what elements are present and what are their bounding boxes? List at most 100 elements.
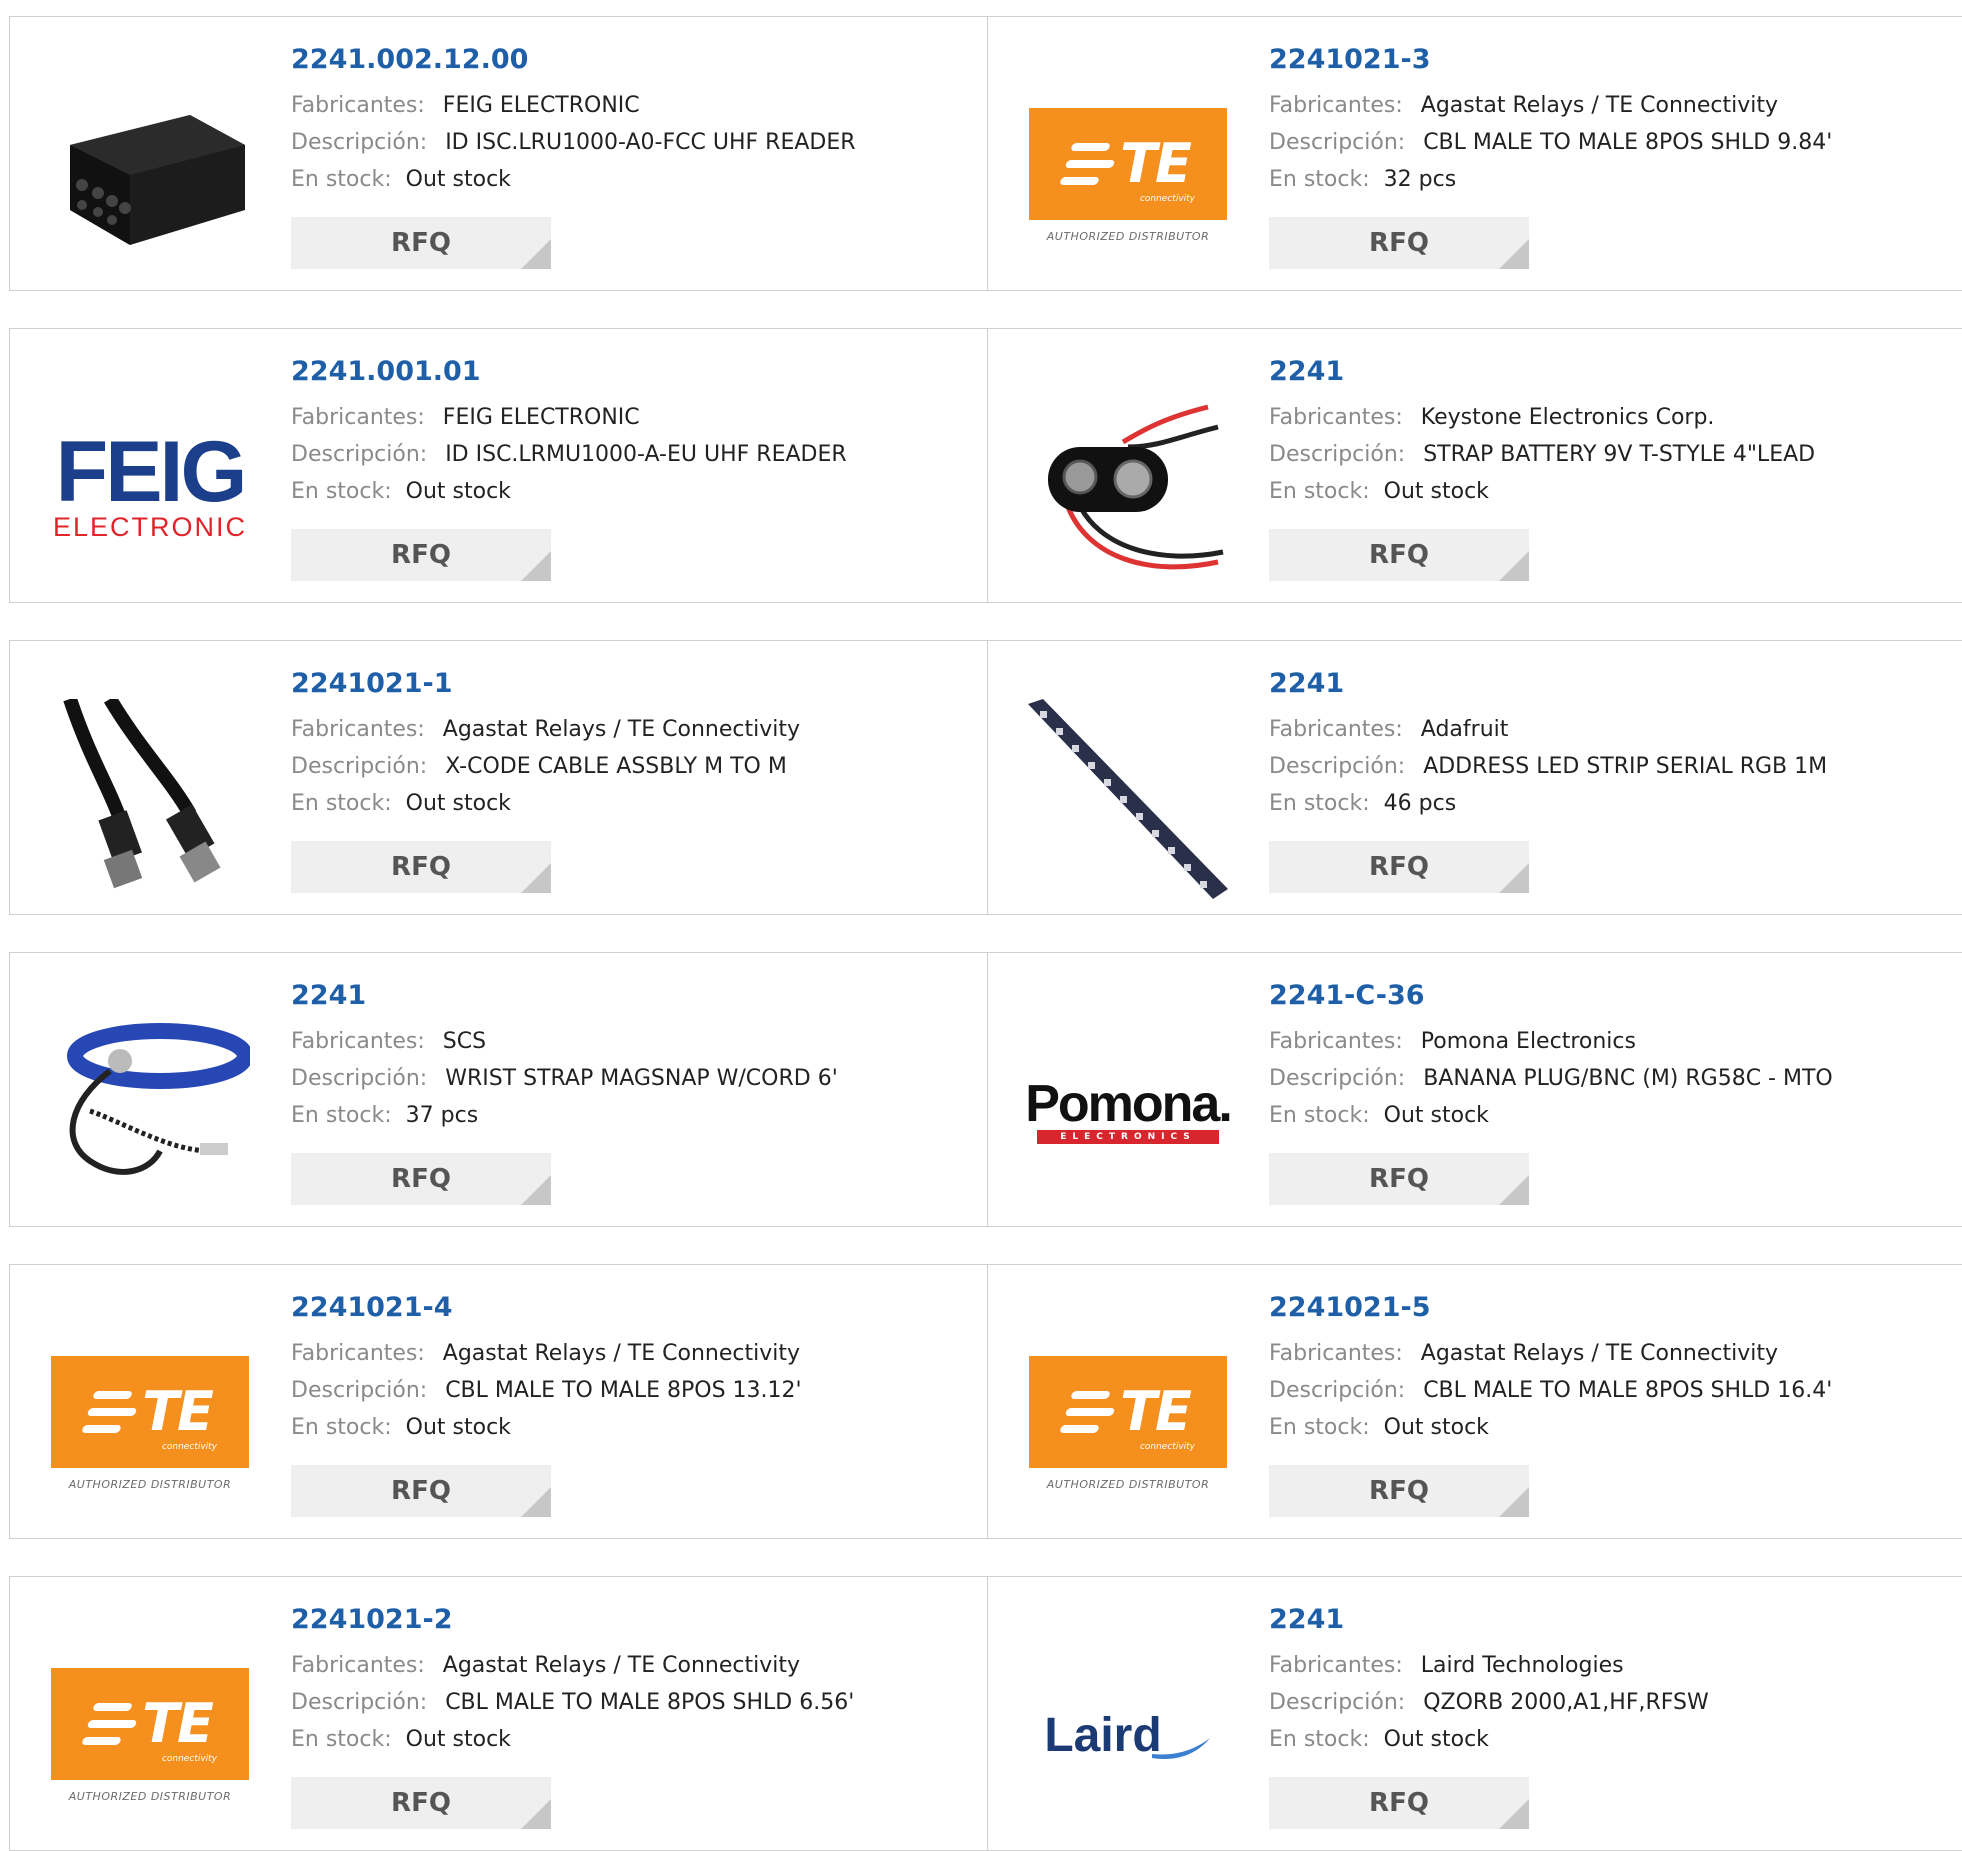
description-label: Descripción: [291,1066,428,1091]
manufacturer-label: Fabricantes: [1269,1341,1403,1366]
part-number-link[interactable]: 2241.001.01 [291,355,977,389]
stock-label: En stock: [1269,1415,1370,1440]
laird-swoosh-icon [1151,1738,1210,1760]
part-number-link[interactable]: 2241021-2 [291,1603,977,1637]
description-value: WRIST STRAP MAGSNAP W/CORD 6' [445,1066,838,1091]
te-logo-mark: TE [1120,132,1192,195]
rfq-label: RFQ [1369,1164,1429,1194]
rfq-button[interactable]: RFQ [291,529,551,581]
rfq-label: RFQ [1369,852,1429,882]
description-row: Descripción: X-CODE CABLE ASSBLY M TO M [291,748,977,785]
description-value: ADDRESS LED STRIP SERIAL RGB 1M [1423,754,1828,779]
rfq-button[interactable]: RFQ [291,1465,551,1517]
stock-label: En stock: [1269,167,1370,192]
stock-label: En stock: [291,1415,392,1440]
rfq-button[interactable]: RFQ [1269,217,1529,269]
description-row: Descripción: QZORB 2000,A1,HF,RFSW [1269,1684,1952,1721]
manufacturer-value: Laird Technologies [1420,1653,1624,1678]
manufacturer-label: Fabricantes: [291,93,425,118]
product-image[interactable]: Laird [1028,1635,1228,1835]
product-card: Laird 2241 Fabricantes: Laird Technologie… [988,1576,1962,1851]
te-logo-sub: connectivity [1139,1441,1195,1452]
rfq-button[interactable]: RFQ [1269,1777,1529,1829]
stock-label: En stock: [1269,1103,1370,1128]
stock-value: Out stock [405,167,511,192]
manufacturer-row: Fabricantes: Agastat Relays / TE Connecti… [291,1647,977,1684]
product-image[interactable]: TE connectivity AUTHORIZED DISTRIBUTOR [1028,1323,1228,1523]
description-value: ID ISC.LRU1000-A0-FCC UHF READER [445,130,856,155]
part-number-link[interactable]: 2241021-3 [1269,43,1952,77]
part-number-link[interactable]: 2241 [1269,355,1952,389]
corner-triangle-icon [1499,551,1529,581]
description-row: Descripción: CBL MALE TO MALE 8POS SHLD 1… [1269,1372,1952,1409]
part-number-link[interactable]: 2241.002.12.00 [291,43,977,77]
product-image[interactable] [50,75,250,275]
manufacturer-value: Agastat Relays / TE Connectivity [1420,93,1778,118]
description-label: Descripción: [291,1378,428,1403]
corner-triangle-icon [521,863,551,893]
description-value: QZORB 2000,A1,HF,RFSW [1423,1690,1709,1715]
product-image[interactable]: TE connectivity AUTHORIZED DISTRIBUTOR [50,1635,250,1835]
rfq-button[interactable]: RFQ [1269,1153,1529,1205]
rfq-label: RFQ [391,228,451,258]
product-image[interactable] [1028,699,1228,899]
description-label: Descripción: [291,754,428,779]
cable-connectors-icon [63,699,221,889]
rfq-button[interactable]: RFQ [1269,841,1529,893]
stock-label: En stock: [1269,479,1370,504]
stock-row: En stock: 32 pcs [1269,161,1952,198]
manufacturer-label: Fabricantes: [1269,405,1403,430]
feig-logo: FEIG ELECTRONIC [53,424,248,542]
description-label: Descripción: [1269,1378,1406,1403]
description-label: Descripción: [291,1690,428,1715]
manufacturer-label: Fabricantes: [291,405,425,430]
rfq-button[interactable]: RFQ [1269,1465,1529,1517]
part-number-link[interactable]: 2241 [291,979,977,1013]
product-image[interactable] [50,699,250,899]
description-value: CBL MALE TO MALE 8POS SHLD 16.4' [1423,1378,1833,1403]
description-value: STRAP BATTERY 9V T-STYLE 4"LEAD [1423,442,1816,467]
description-row: Descripción: CBL MALE TO MALE 8POS 13.12' [291,1372,977,1409]
te-logo-box: TE connectivity [1029,1355,1227,1468]
rfq-button[interactable]: RFQ [1269,529,1529,581]
te-logo-mark: TE [142,1380,214,1443]
product-image[interactable]: FEIG ELECTRONIC [50,387,250,587]
description-value: CBL MALE TO MALE 8POS SHLD 9.84' [1423,130,1833,155]
stock-value: Out stock [1383,1727,1489,1752]
feig-logo-big: FEIG [55,424,248,520]
manufacturer-value: Adafruit [1420,717,1509,742]
corner-triangle-icon [521,1175,551,1205]
product-card: Pomona. ELECTRONICS 2241-C-36 Fabricante… [988,952,1962,1227]
product-card: TE connectivity AUTHORIZED DISTRIBUTOR 2… [988,16,1962,291]
rfq-button[interactable]: RFQ [291,217,551,269]
stock-label: En stock: [291,167,392,192]
part-number-link[interactable]: 2241021-4 [291,1291,977,1325]
rfq-button[interactable]: RFQ [291,841,551,893]
stock-value: Out stock [405,1415,511,1440]
part-number-link[interactable]: 2241021-5 [1269,1291,1952,1325]
stock-label: En stock: [1269,1727,1370,1752]
product-image[interactable]: TE connectivity AUTHORIZED DISTRIBUTOR [50,1323,250,1523]
description-label: Descripción: [291,130,428,155]
product-image[interactable] [1028,387,1228,587]
description-value: BANANA PLUG/BNC (M) RG58C - MTO [1423,1066,1833,1091]
manufacturer-row: Fabricantes: Keystone Electronics Corp. [1269,399,1952,436]
manufacturer-row: Fabricantes: FEIG ELECTRONIC [291,399,977,436]
rfq-button[interactable]: RFQ [291,1153,551,1205]
product-card: 2241 Fabricantes: Adafruit Descripción: AD… [988,640,1962,915]
part-number-link[interactable]: 2241 [1269,667,1952,701]
part-number-link[interactable]: 2241 [1269,1603,1952,1637]
rfq-button[interactable]: RFQ [291,1777,551,1829]
product-card: TE connectivity AUTHORIZED DISTRIBUTOR 2… [988,1264,1962,1539]
stock-value: Out stock [405,791,511,816]
te-stripes-icon [81,1390,143,1433]
product-image[interactable]: Pomona. ELECTRONICS [1025,1011,1233,1211]
laird-logo: Laird [1044,1706,1211,1764]
manufacturer-label: Fabricantes: [1269,1029,1403,1054]
part-number-link[interactable]: 2241021-1 [291,667,977,701]
pomona-logo: Pomona. ELECTRONICS [1025,1078,1233,1144]
product-image[interactable]: TE connectivity AUTHORIZED DISTRIBUTOR [1028,75,1228,275]
stock-label: En stock: [291,1103,392,1128]
product-image[interactable] [50,1011,250,1211]
part-number-link[interactable]: 2241-C-36 [1269,979,1952,1013]
